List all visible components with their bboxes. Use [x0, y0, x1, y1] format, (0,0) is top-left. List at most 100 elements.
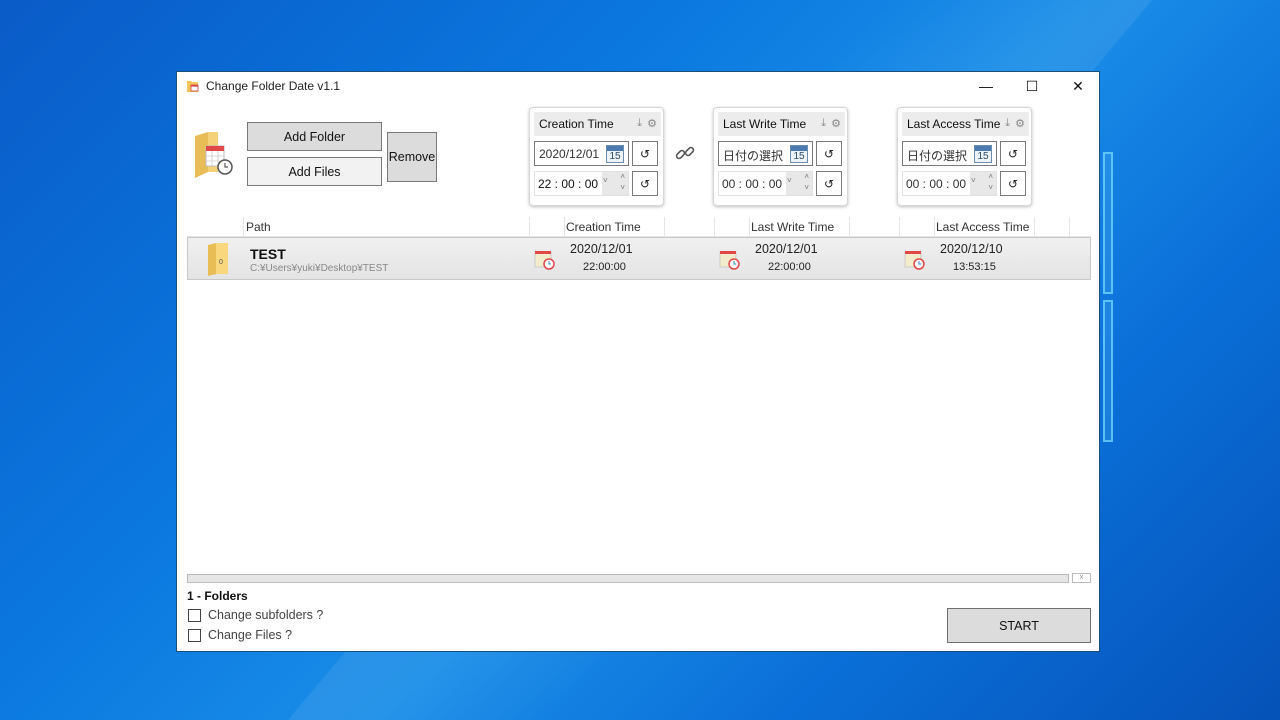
column-separator[interactable] [749, 217, 750, 237]
download-icon[interactable]: ⤓ [1005, 117, 1010, 130]
column-separator[interactable] [1069, 217, 1070, 237]
card-header: Creation Time ⤓ ⚙ [534, 112, 661, 136]
reset-time-button[interactable]: ↺ [816, 171, 842, 196]
time-spinner[interactable]: ˅ ˄ ˅ [970, 172, 996, 195]
calendar-icon[interactable]: 15 [974, 145, 992, 163]
gear-icon[interactable]: ⚙ [647, 117, 657, 130]
column-separator[interactable] [899, 217, 900, 237]
column-separator[interactable] [934, 217, 935, 237]
gear-icon[interactable]: ⚙ [1015, 117, 1025, 130]
clear-progress-button[interactable]: x [1072, 573, 1091, 583]
spin-up-icon[interactable]: ˄ [804, 172, 809, 181]
spin-down-icon[interactable]: ˅ [988, 183, 993, 192]
maximize-button[interactable]: ☐ [1009, 72, 1055, 100]
checkbox-label: Change subfolders ? [208, 608, 324, 622]
last-write-time-picker[interactable]: 00 : 00 : 00 ˅ ˄ ˅ [718, 171, 813, 196]
progress-bar [187, 574, 1069, 583]
add-folder-button[interactable]: Add Folder [247, 122, 382, 151]
spin-up-icon[interactable]: ˄ [620, 172, 625, 181]
row-path: C:¥Users¥yuki¥Desktop¥TEST [250, 263, 389, 274]
reset-icon: ↺ [639, 176, 651, 191]
reset-time-button[interactable]: ↺ [632, 171, 658, 196]
creation-time-card: Creation Time ⤓ ⚙ 2020/12/01 15 ↺ 22 : 0… [529, 107, 664, 206]
spin-down-icon[interactable]: ˅ [620, 183, 625, 192]
date-value: 2020/12/01 [539, 147, 600, 161]
creation-date-picker[interactable]: 2020/12/01 15 [534, 141, 629, 166]
reset-icon: ↺ [1007, 146, 1019, 161]
column-separator[interactable] [714, 217, 715, 237]
last-access-time-picker[interactable]: 00 : 00 : 00 ˅ ˄ ˅ [902, 171, 997, 196]
last-write-time-card: Last Write Time ⤓ ⚙ 日付の選択 15 ↺ 00 : 00 :… [713, 107, 848, 206]
reset-date-button[interactable]: ↺ [816, 141, 842, 166]
card-title: Last Access Time [907, 117, 1001, 131]
column-separator[interactable] [1034, 217, 1035, 237]
creation-time: 22:00:00 [583, 261, 626, 273]
last-write-time: 22:00:00 [768, 261, 811, 273]
column-separator[interactable] [849, 217, 850, 237]
column-separator[interactable] [529, 217, 530, 237]
minimize-icon: — [979, 78, 993, 94]
calendar-icon[interactable]: 15 [606, 145, 624, 163]
start-button[interactable]: START [947, 608, 1091, 643]
window-title: Change Folder Date v1.1 [206, 79, 341, 93]
checkbox-box[interactable] [188, 628, 201, 642]
spin-up-icon[interactable]: ˄ [988, 172, 993, 181]
column-header-last-write[interactable]: Last Write Time [751, 220, 834, 234]
download-icon[interactable]: ⤓ [637, 117, 642, 130]
app-icon [187, 81, 199, 92]
checkbox-label: Change Files ? [208, 628, 293, 642]
reset-date-button[interactable]: ↺ [632, 141, 658, 166]
close-button[interactable]: ✕ [1055, 72, 1101, 100]
card-title: Last Write Time [723, 117, 807, 131]
minimize-button[interactable]: — [963, 72, 1009, 100]
gear-icon[interactable]: ⚙ [831, 117, 841, 130]
last-access-time: 13:53:15 [953, 261, 996, 273]
link-icon[interactable] [674, 142, 696, 164]
chevron-down-icon[interactable]: ˅ [603, 176, 608, 185]
calendar-clock-icon [534, 251, 555, 270]
last-access-date-picker[interactable]: 日付の選択 15 [902, 141, 997, 166]
download-icon[interactable]: ⤓ [821, 117, 826, 130]
reset-date-button[interactable]: ↺ [1000, 141, 1026, 166]
remove-button[interactable]: Remove [387, 132, 437, 182]
calendar-clock-icon [904, 251, 925, 270]
time-spinner[interactable]: ˅ ˄ ˅ [786, 172, 812, 195]
time-value: 00 : 00 : 00 [722, 177, 783, 191]
column-separator[interactable] [664, 217, 665, 237]
card-header: Last Write Time ⤓ ⚙ [718, 112, 845, 136]
column-header-last-access[interactable]: Last Access Time [936, 220, 1029, 234]
maximize-icon: ☐ [1025, 77, 1039, 94]
app-window: Change Folder Date v1.1 — ☐ ✕ Add Folder… [176, 71, 1100, 652]
table-row[interactable]: 0 TEST C:¥Users¥yuki¥Desktop¥TEST 2020/1… [187, 237, 1091, 280]
column-header-path[interactable]: Path [246, 220, 271, 234]
checkbox-box[interactable] [188, 608, 201, 622]
add-files-button[interactable]: Add Files [247, 157, 382, 186]
svg-text:0: 0 [219, 259, 223, 266]
last-access-time-card: Last Access Time ⤓ ⚙ 日付の選択 15 ↺ 00 : 00 … [897, 107, 1032, 206]
folder-count-label: 1 - Folders [187, 589, 248, 603]
calendar-clock-icon [719, 251, 740, 270]
change-files-checkbox[interactable]: Change Files ? [188, 628, 292, 642]
change-subfolders-checkbox[interactable]: Change subfolders ? [188, 608, 323, 622]
last-access-date: 2020/12/10 [940, 242, 1003, 256]
reset-icon: ↺ [1007, 176, 1019, 191]
last-write-date: 2020/12/01 [755, 242, 818, 256]
time-value: 00 : 00 : 00 [906, 177, 967, 191]
folder-calendar-icon [195, 132, 233, 178]
time-spinner[interactable]: ˅ ˄ ˅ [602, 172, 628, 195]
desktop-logo-pane [1103, 152, 1113, 294]
column-separator[interactable] [564, 217, 565, 237]
column-header-creation[interactable]: Creation Time [566, 220, 641, 234]
chevron-down-icon[interactable]: ˅ [971, 176, 976, 185]
card-title: Creation Time [539, 117, 614, 131]
list-header: Path Creation Time Last Write Time Last … [187, 217, 1091, 237]
calendar-icon[interactable]: 15 [790, 145, 808, 163]
column-separator[interactable] [243, 217, 244, 237]
creation-time-picker[interactable]: 22 : 00 : 00 ˅ ˄ ˅ [534, 171, 629, 196]
row-name: TEST [250, 246, 286, 262]
reset-time-button[interactable]: ↺ [1000, 171, 1026, 196]
chevron-down-icon[interactable]: ˅ [787, 176, 792, 185]
spin-down-icon[interactable]: ˅ [804, 183, 809, 192]
reset-icon: ↺ [639, 146, 651, 161]
last-write-date-picker[interactable]: 日付の選択 15 [718, 141, 813, 166]
